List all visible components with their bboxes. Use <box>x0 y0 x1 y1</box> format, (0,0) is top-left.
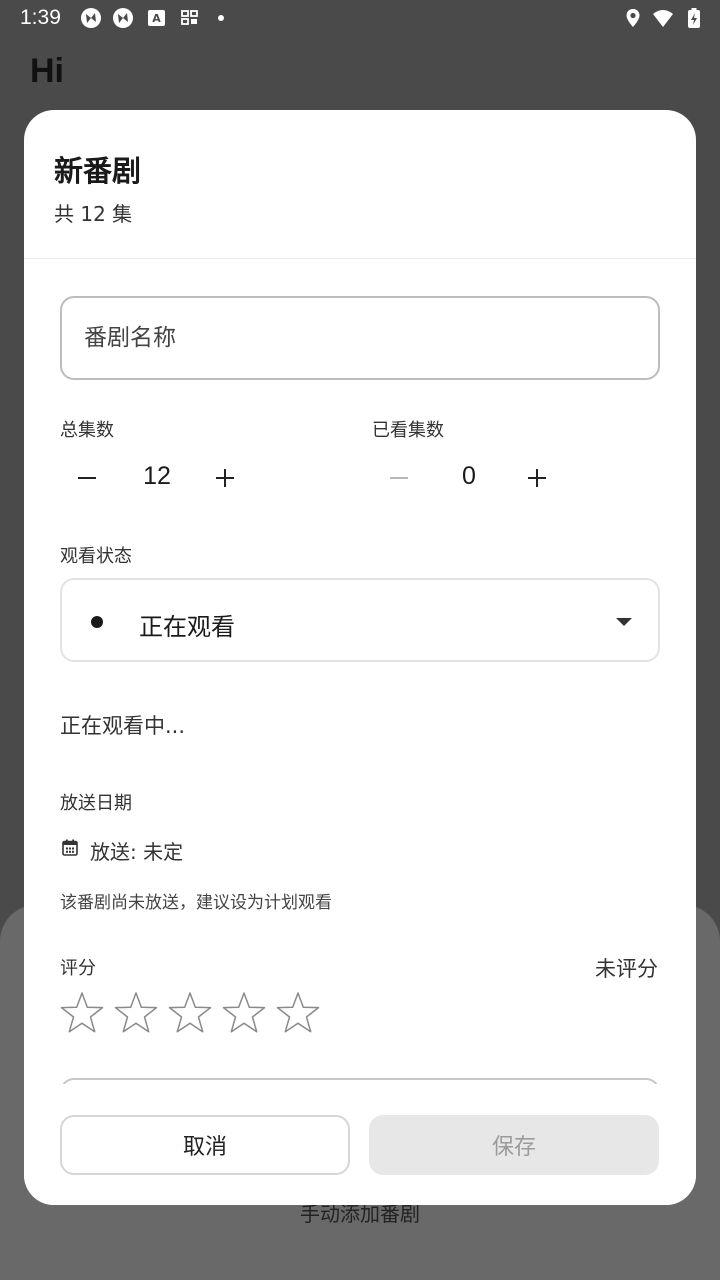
increment-total-button[interactable] <box>199 452 251 504</box>
wifi-icon <box>653 10 673 27</box>
dialog-subtitle: 共 12 集 <box>54 202 133 226</box>
save-button[interactable]: 保存 <box>369 1115 659 1175</box>
minus-icon <box>390 476 408 480</box>
svg-text:A: A <box>152 12 161 25</box>
dialog-title: 新番剧 <box>54 154 142 188</box>
calendar-icon <box>62 839 78 856</box>
watched-episodes-label: 已看集数 <box>372 420 444 441</box>
cancel-button[interactable]: 取消 <box>60 1115 350 1175</box>
star-icon[interactable] <box>167 990 213 1036</box>
location-icon <box>626 9 640 27</box>
decrement-total-button[interactable] <box>61 452 113 504</box>
watch-status-value: 正在观看 <box>139 613 235 641</box>
screen-icon <box>181 10 198 25</box>
watch-status-label: 观看状态 <box>60 546 132 567</box>
anime-name-input[interactable] <box>60 296 660 380</box>
status-time: 1:39 <box>20 6 61 29</box>
plus-icon <box>216 469 234 487</box>
keyboard-icon: A <box>148 10 165 26</box>
divider <box>24 258 696 259</box>
star-icon[interactable] <box>113 990 159 1036</box>
watched-episodes-value: 0 <box>462 462 476 490</box>
dropdown-arrow-icon <box>616 618 632 626</box>
star-icon[interactable] <box>275 990 321 1036</box>
watched-episodes-stepper: 0 <box>373 452 593 504</box>
battery-charging-icon <box>688 8 700 28</box>
new-anime-dialog: 新番剧 共 12 集 总集数 已看集数 12 0 观看状态 正在观看 正在观 <box>24 110 696 1205</box>
air-date-value: 放送: 未定 <box>90 840 184 864</box>
air-date-hint: 该番剧尚未放送，建议设为计划观看 <box>60 893 332 913</box>
total-episodes-label: 总集数 <box>60 420 114 441</box>
rating-label: 评分 <box>60 958 96 979</box>
minus-icon <box>78 476 96 480</box>
status-bullet-icon <box>91 616 103 628</box>
status-bar: 1:39 A <box>0 0 720 36</box>
page-title: Hi <box>30 52 64 90</box>
plus-icon <box>528 469 546 487</box>
air-date-label: 放送日期 <box>60 793 132 814</box>
watch-status-dropdown[interactable]: 正在观看 <box>60 578 660 662</box>
watch-status-description: 正在观看中... <box>60 714 186 738</box>
star-icon[interactable] <box>59 990 105 1036</box>
app-icon <box>81 8 101 28</box>
app-icon <box>113 8 133 28</box>
rating-value: 未评分 <box>595 957 658 981</box>
increment-watched-button[interactable] <box>511 452 563 504</box>
star-icon[interactable] <box>221 990 267 1036</box>
total-episodes-value: 12 <box>143 462 171 490</box>
decrement-watched-button[interactable] <box>373 452 425 504</box>
total-episodes-stepper: 12 <box>61 452 281 504</box>
notification-dot <box>218 15 224 21</box>
